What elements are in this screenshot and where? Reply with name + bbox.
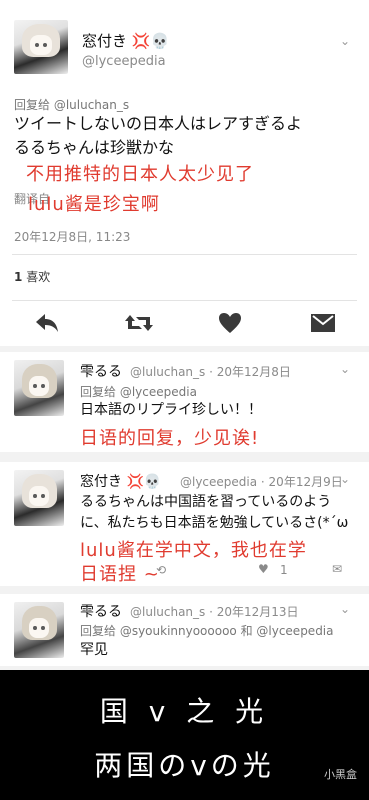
chevron-down-icon[interactable]: ⌄ — [340, 472, 350, 486]
tweet-text-line1: ツイートしないの日本人はレアすぎるよ — [14, 114, 303, 133]
retweet-icon[interactable]: ⟲ — [156, 563, 166, 577]
display-name[interactable]: 雫るる — [80, 361, 122, 381]
handle[interactable]: @lyceepedia — [82, 54, 166, 69]
reply-to-label: 回复给 @lyceepedia — [80, 385, 197, 399]
likes-stat[interactable]: 1 喜欢 — [14, 268, 50, 285]
heart-icon[interactable] — [218, 312, 242, 334]
display-name[interactable]: 窓付き 💢💀 — [80, 471, 161, 491]
mail-icon[interactable] — [310, 312, 336, 334]
annotation-line2: 日语捏 ~ — [80, 564, 160, 585]
divider — [12, 300, 357, 301]
tweet-text-line2: に、私たちも日本語を勉強しているさ(*´ω — [80, 515, 349, 531]
handle-date[interactable]: @luluchan_s · 20年12月8日 — [130, 363, 291, 380]
caption-line1: 国 v 之 光 — [99, 695, 270, 728]
reply-tweet[interactable]: 窓付き 💢💀 @lyceepedia · 20年12月9日 ⌄ るるちゃんは中国… — [0, 462, 369, 586]
chevron-down-icon[interactable]: ⌄ — [340, 602, 350, 616]
annotation: 日语的回复，少见诶! — [80, 428, 260, 449]
divider — [12, 254, 357, 255]
handle-date[interactable]: @luluchan_s · 20年12月13日 — [130, 603, 299, 620]
like-count: 1 — [280, 563, 288, 577]
reply-icon[interactable] — [34, 312, 60, 334]
annotation-line1: lulu酱在学中文，我也在学 — [80, 540, 307, 561]
handle-date[interactable]: @lyceepedia · 20年12月9日 — [180, 473, 343, 490]
chevron-down-icon[interactable]: ⌄ — [340, 362, 350, 376]
caption-line2: 两国のvの光 — [94, 749, 275, 782]
annotation-2: lulu酱是珍宝啊 — [28, 194, 160, 215]
avatar[interactable] — [14, 20, 68, 74]
annotation-1: 不用推特的日本人太少见了 — [26, 164, 254, 185]
display-name[interactable]: 雫るる — [80, 601, 122, 621]
display-name[interactable]: 窓付き 💢💀 — [82, 30, 169, 51]
likes-count: 1 — [14, 270, 23, 284]
avatar[interactable] — [14, 602, 64, 658]
tweet-text-line2: るるちゃんは珍獣かな — [14, 138, 175, 157]
avatar[interactable] — [14, 360, 64, 416]
tweet-text: 日本語のリプライ珍しい！！ — [80, 402, 262, 418]
caption-banner: 国 v 之 光 两国のvの光 小黑盒 — [0, 670, 369, 800]
tweet-text: 罕见 — [80, 642, 108, 658]
reply-to-label: 回复给 @luluchan_s — [14, 98, 130, 112]
reply-tweet[interactable]: 雫るる @luluchan_s · 20年12月13日 ⌄ 回复给 @syouk… — [0, 594, 369, 666]
avatar[interactable] — [14, 470, 64, 526]
likes-label: 喜欢 — [26, 270, 51, 284]
watermark: 小黑盒 — [324, 768, 357, 781]
tweet-text-line1: るるちゃんは中国語を習っているのよう — [80, 494, 332, 510]
retweet-icon[interactable] — [124, 313, 154, 333]
mail-icon[interactable]: ✉ — [332, 562, 342, 576]
chevron-down-icon[interactable]: ⌄ — [340, 34, 350, 48]
reply-tweet[interactable]: 雫るる @luluchan_s · 20年12月8日 ⌄ 回复给 @lyceep… — [0, 352, 369, 452]
action-bar — [0, 300, 369, 346]
main-tweet: 窓付き 💢💀 @lyceepedia ⌄ 回复给 @luluchan_s ツイー… — [0, 0, 369, 300]
timestamp: 20年12月8日, 11:23 — [14, 230, 131, 244]
heart-icon[interactable]: ♥ — [258, 562, 269, 576]
reply-to-label: 回复给 @syoukinnyoooooo 和 @lyceepedia — [80, 624, 334, 638]
